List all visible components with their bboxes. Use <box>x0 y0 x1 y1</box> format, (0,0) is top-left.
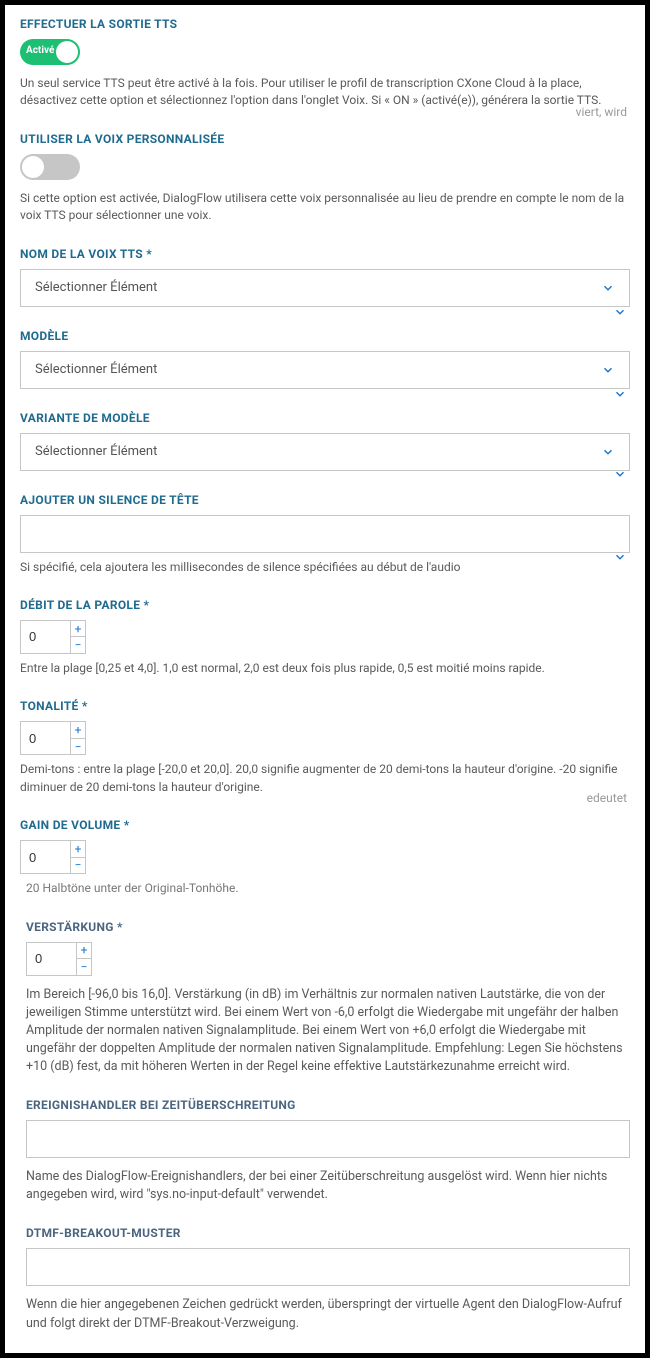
voice-name-label: NOM DE LA VOIX TTS * <box>20 247 630 261</box>
verstaerkung-label: VERSTÄRKUNG * <box>26 920 630 934</box>
ghost-chevron-2 <box>613 387 627 401</box>
voice-name-select[interactable]: Sélectionner Élément <box>20 269 630 307</box>
step-down-icon[interactable]: − <box>71 637 85 653</box>
ghost-text: viert, wird <box>576 105 627 119</box>
verstaerkung-input[interactable] <box>26 942 76 976</box>
model-value: Sélectionner Élément <box>35 362 157 377</box>
timeout-handler-input[interactable] <box>26 1120 630 1158</box>
tts-output-help: Un seul service TTS peut être activé à l… <box>20 75 630 110</box>
custom-voice-help: Si cette option est activée, DialogFlow … <box>20 190 630 225</box>
step-down-icon[interactable]: − <box>71 739 85 755</box>
step-up-icon[interactable]: + <box>71 621 85 638</box>
step-up-icon[interactable]: + <box>71 841 85 858</box>
pitch-label: TONALITÉ * <box>20 699 630 713</box>
dtmf-breakout-help: Wenn die hier angegebenen Zeichen gedrüc… <box>26 1296 630 1332</box>
tts-output-toggle[interactable]: Activé <box>20 39 80 65</box>
volume-gain-label: GAIN DE VOLUME * <box>20 818 630 832</box>
voice-name-value: Sélectionner Élément <box>35 280 157 295</box>
speech-rate-help: Entre la plage [0,25 et 4,0]. 1,0 est no… <box>20 660 630 677</box>
leading-silence-input[interactable] <box>20 515 630 553</box>
verstaerkung-help: Im Bereich [-96,0 bis 16,0]. Verstärkung… <box>26 986 630 1077</box>
step-down-icon[interactable]: − <box>77 959 91 975</box>
model-label: MODÈLE <box>20 329 630 343</box>
model-variant-label: VARIANTE DE MODÈLE <box>20 411 630 425</box>
toggle-knob <box>56 41 78 63</box>
dtmf-breakout-input[interactable] <box>26 1248 630 1286</box>
timeout-handler-help: Name des DialogFlow-Ereignishandlers, de… <box>26 1168 630 1204</box>
model-variant-select[interactable]: Sélectionner Élément <box>20 433 630 471</box>
custom-voice-toggle[interactable] <box>20 154 80 180</box>
leading-silence-help: Si spécifié, cela ajoutera les milliseco… <box>20 559 630 576</box>
ghost-chevron-3 <box>613 467 627 481</box>
leading-silence-label: AJOUTER UN SILENCE DE TÊTE <box>20 493 630 507</box>
model-select[interactable]: Sélectionner Élément <box>20 351 630 389</box>
speech-rate-stepper: + − <box>70 620 86 654</box>
timeout-handler-label: EREIGNISHANDLER BEI ZEITÜBERSCHREITUNG <box>26 1098 630 1112</box>
chevron-down-icon <box>601 445 615 459</box>
ghost-text-2: edeutet <box>587 791 627 805</box>
volume-gain-stepper: + − <box>70 840 86 874</box>
custom-voice-label: UTILISER LA VOIX PERSONNALISÉE <box>20 132 630 146</box>
pitch-input[interactable] <box>20 721 70 755</box>
step-down-icon[interactable]: − <box>71 858 85 874</box>
volume-gain-input[interactable] <box>20 840 70 874</box>
chevron-down-icon <box>601 281 615 295</box>
model-variant-value: Sélectionner Élément <box>35 444 157 459</box>
pitch-stepper: + − <box>70 721 86 755</box>
ghost-chevron-4 <box>613 550 627 564</box>
step-up-icon[interactable]: + <box>77 943 91 960</box>
volume-gain-bg-help: 20 Halbtöne unter der Original-Tonhöhe. <box>26 880 630 897</box>
toggle-knob <box>22 156 44 178</box>
verstaerkung-stepper: + − <box>76 942 92 976</box>
chevron-down-icon <box>601 363 615 377</box>
speech-rate-input[interactable] <box>20 620 70 654</box>
dtmf-breakout-label: DTMF-BREAKOUT-MUSTER <box>26 1226 630 1240</box>
pitch-help: Demi-tons : entre la plage [-20,0 et 20,… <box>20 761 630 796</box>
speech-rate-label: DÉBIT DE LA PAROLE * <box>20 598 630 612</box>
tts-output-label: EFFECTUER LA SORTIE TTS <box>20 17 630 31</box>
step-up-icon[interactable]: + <box>71 722 85 739</box>
ghost-chevron-1 <box>613 305 627 319</box>
toggle-on-text: Activé <box>26 45 54 56</box>
